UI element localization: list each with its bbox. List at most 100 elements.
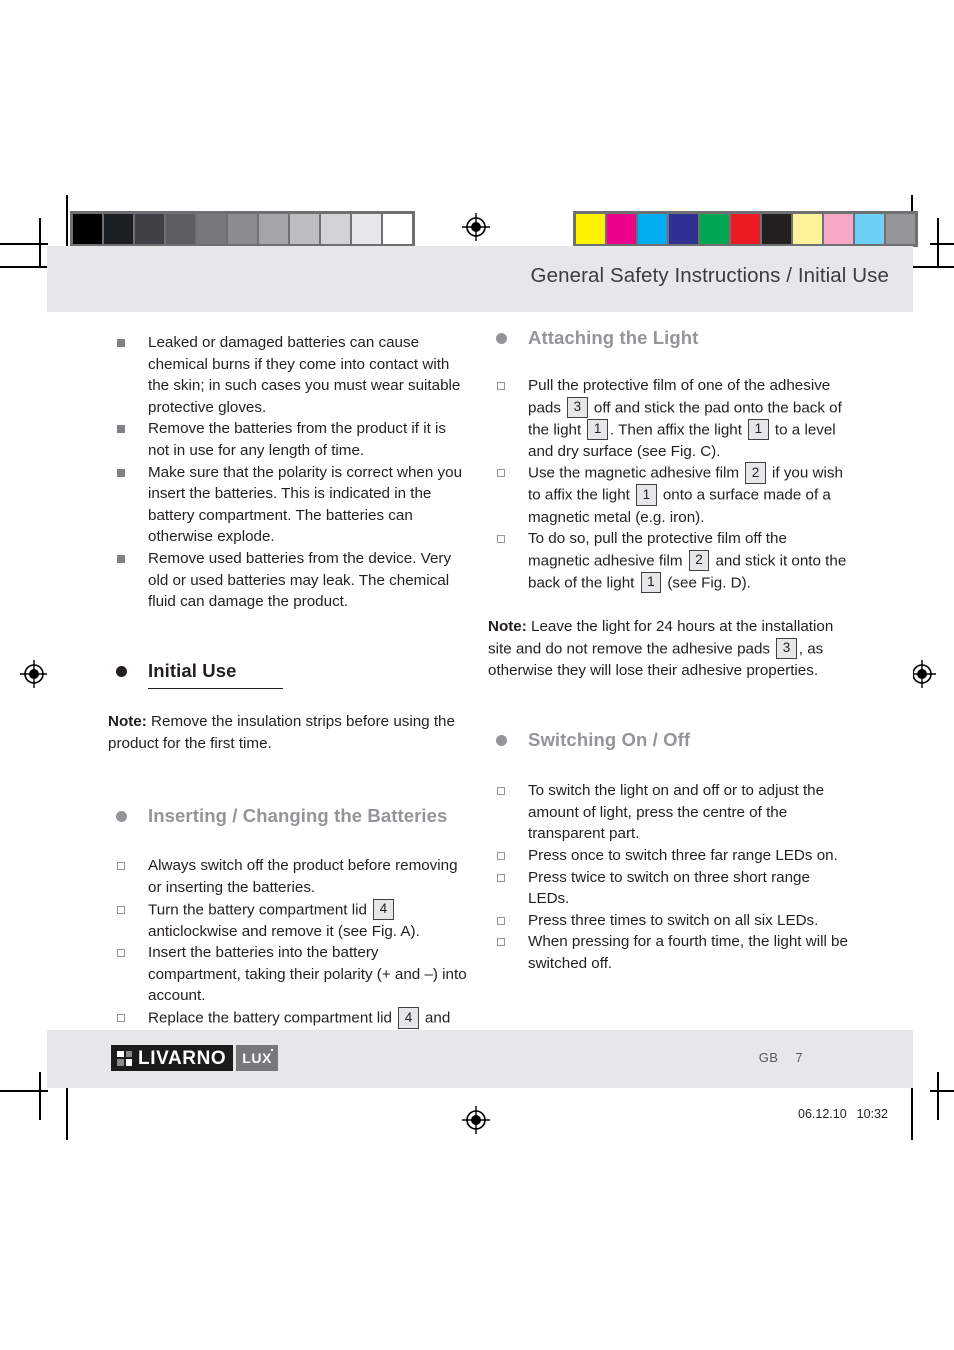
hollow-square-bullet-icon (497, 382, 505, 390)
country-code: GB (758, 1050, 779, 1065)
registration-mark-bottom (462, 1106, 490, 1134)
reference-number-box: 1 (636, 484, 657, 506)
reference-number-box: 2 (688, 549, 710, 572)
list-item: Press three times to switch on all six L… (488, 910, 850, 932)
logo-primary-block: LIVARNO (111, 1045, 234, 1071)
list-item-text: . Then affix the light (609, 421, 747, 439)
calibration-swatch-6 (259, 214, 288, 244)
crop-mark-top-right-horizontal (930, 243, 954, 245)
heading-text: Inserting / Changing the Batteries (148, 805, 448, 827)
list-item: Press once to switch three far range LED… (488, 845, 850, 867)
crop-mark-bottom-left-inner-vertical (39, 1072, 41, 1120)
grid-squares-icon (117, 1050, 132, 1066)
attaching-steps-list: Pull the protective film of one of the a… (488, 375, 850, 594)
reference-number-box: 1 (748, 418, 769, 441)
switching-steps-list: To switch the light on and off or to adj… (488, 780, 850, 974)
calibration-swatch-4 (197, 214, 226, 244)
calibration-swatch-10 (383, 214, 412, 244)
calibration-swatch-3 (669, 214, 698, 244)
attaching-note: Note: Leave the light for 24 hours at th… (488, 616, 850, 681)
print-date: 06.12.10 (798, 1107, 847, 1121)
heading-inserting-changing-batteries: Inserting / Changing the Batteries (108, 804, 470, 828)
page-header: General Safety Instructions / Initial Us… (47, 246, 913, 312)
calibration-swatch-0 (576, 214, 605, 244)
page-reference: GB 7 (759, 1050, 803, 1065)
list-item: To switch the light on and off or to adj… (488, 780, 850, 845)
reference-number-box: 4 (373, 898, 394, 921)
list-item-text: When pressing for a fourth time, the lig… (528, 933, 848, 972)
list-item-text: Make sure that the polarity is correct w… (148, 463, 463, 546)
calibration-swatch-0 (73, 214, 102, 244)
reference-number-box: 2 (745, 462, 766, 484)
hollow-square-bullet-icon (117, 949, 125, 958)
hollow-square-bullet-icon (497, 469, 505, 478)
list-item: Pull the protective film of one of the a… (488, 375, 850, 462)
calibration-swatch-6 (762, 214, 791, 244)
bullet-dot-icon (496, 333, 507, 344)
list-item-text: Always switch off the product before rem… (148, 857, 458, 896)
calibration-swatch-2 (638, 214, 667, 244)
page-number: 7 (795, 1050, 803, 1065)
list-item-text: Press three times to switch on all six L… (528, 911, 819, 929)
crop-mark-top-left-vertical (66, 195, 68, 247)
page-title: General Safety Instructions / Initial Us… (530, 264, 889, 287)
list-item-text: Remove used batteries from the device. V… (148, 549, 452, 611)
heading-text: Attaching the Light (528, 327, 699, 348)
initial-use-note: Note: Remove the insulation strips befor… (108, 711, 470, 754)
crop-mark-bottom-right-horizontal (930, 1090, 954, 1092)
list-item: To do so, pull the protective film off t… (488, 528, 850, 594)
list-item-text: To switch the light on and off or to adj… (528, 782, 825, 843)
hollow-square-bullet-icon (117, 1014, 125, 1023)
list-item-text: Press twice to switch on three short ran… (528, 868, 810, 908)
list-item: Leaked or damaged batteries can cause ch… (108, 332, 470, 418)
list-item-text: anticlockwise and remove it (see Fig. A)… (148, 922, 420, 940)
right-column: Attaching the Light Pull the protective … (488, 312, 850, 975)
calibration-swatch-7 (290, 214, 319, 244)
registration-mark-left (20, 660, 48, 688)
print-timestamp: 06.12.10 10:32 (798, 1107, 888, 1121)
note-label: Note: (108, 713, 147, 731)
square-bullet-icon (117, 468, 125, 477)
hollow-square-bullet-icon (497, 787, 505, 796)
logo-accent-dot-icon (270, 1049, 273, 1051)
calibration-swatch-10 (886, 214, 915, 244)
note-text: Remove the insulation strips before usin… (108, 713, 455, 752)
list-item: When pressing for a fourth time, the lig… (488, 931, 850, 974)
hollow-square-bullet-icon (497, 852, 505, 860)
list-item-text: Insert the batteries into the battery co… (148, 944, 467, 1005)
calibration-swatch-8 (824, 214, 853, 244)
calibration-swatch-4 (700, 214, 729, 244)
crop-mark-bottom-right-inner-vertical (937, 1072, 939, 1120)
heading-initial-use: Initial Use (108, 659, 470, 683)
print-time: 10:32 (856, 1107, 888, 1121)
hollow-square-bullet-icon (497, 873, 505, 882)
list-item-text: Turn the battery compartment lid (148, 901, 372, 919)
hollow-square-bullet-icon (497, 938, 505, 947)
list-item-text: Press once to switch three far range LED… (528, 847, 838, 864)
list-item-text: Remove the batteries from the product if… (148, 420, 446, 459)
list-item-text: Replace the battery compartment lid (148, 1009, 397, 1027)
crop-mark-bottom-left-horizontal (0, 1090, 48, 1092)
reference-number-box: 1 (587, 418, 608, 441)
crop-mark-bottom-left-vertical (66, 1088, 68, 1140)
heading-attaching-the-light: Attaching the Light (488, 326, 850, 350)
calibration-swatch-1 (607, 214, 636, 244)
list-item: Press twice to switch on three short ran… (488, 867, 850, 910)
hollow-square-bullet-icon (117, 905, 125, 914)
safety-bullet-list: Leaked or damaged batteries can cause ch… (108, 332, 470, 613)
calibration-swatch-1 (104, 214, 133, 244)
list-item-text: (see Fig. D). (663, 574, 751, 592)
list-item-text: Leaked or damaged batteries can cause ch… (148, 334, 461, 416)
bullet-dot-icon (116, 665, 127, 677)
square-bullet-icon (117, 339, 125, 347)
list-item: Use the magnetic adhesive film 2 if you … (488, 462, 850, 528)
hollow-square-bullet-icon (497, 535, 505, 544)
bullet-dot-icon (116, 811, 127, 823)
heading-text: Initial Use (148, 659, 237, 681)
reference-number-box: 3 (776, 637, 797, 660)
list-item: Insert the batteries into the battery co… (108, 942, 470, 1007)
battery-steps-list: Always switch off the product before rem… (108, 855, 470, 1050)
calibration-swatch-9 (352, 214, 381, 244)
heading-switching-on-off: Switching On / Off (488, 728, 850, 752)
calibration-swatch-8 (321, 214, 350, 244)
